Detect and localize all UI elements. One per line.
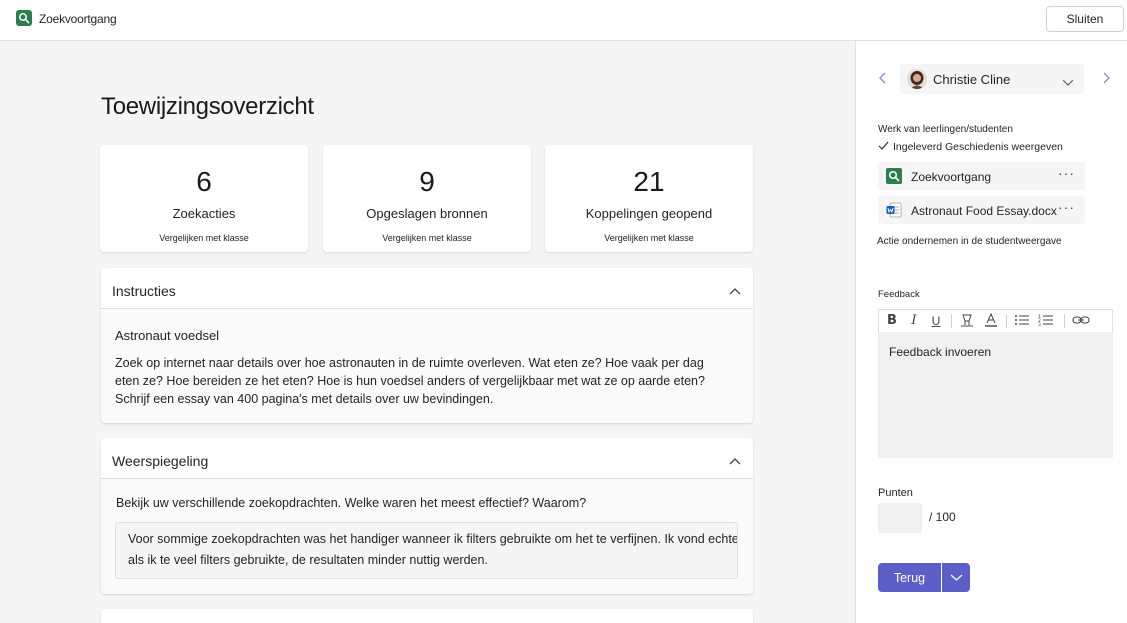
more-options-icon[interactable]: ···	[1058, 165, 1075, 181]
next-student-icon[interactable]	[1103, 71, 1111, 89]
stat-label: Zoekacties	[172, 206, 236, 221]
italic-icon[interactable]: I	[906, 313, 922, 329]
return-options-button[interactable]	[941, 563, 970, 592]
file-name: Zoekvoortgang	[911, 170, 992, 184]
search-app-icon	[16, 10, 32, 26]
instructions-heading: Astronaut voedsel	[115, 328, 220, 343]
file-item-essay[interactable]: Astronaut Food Essay.docx ···	[878, 196, 1085, 224]
student-name: Christie Cline	[933, 72, 1011, 87]
chevron-up-icon[interactable]	[729, 452, 741, 470]
chevron-up-icon[interactable]	[729, 282, 741, 300]
svg-text:3: 3	[1038, 322, 1041, 327]
main-content: Toewijzingsoverzicht 6 Zoekacties Vergel…	[0, 41, 855, 623]
page-title: Toewijzingsoverzicht	[101, 93, 314, 120]
toolbar-divider	[1006, 314, 1007, 328]
bold-icon[interactable]: B	[884, 313, 900, 329]
instructions-line: Zoek op internet naar details over hoe a…	[115, 356, 704, 370]
app-title: Zoekvoortgang	[39, 12, 117, 26]
return-button[interactable]: Terug	[878, 563, 941, 592]
reflection-panel: Weerspiegeling Bekijk uw verschillende z…	[101, 438, 753, 594]
instructions-header[interactable]: Instructies	[101, 268, 753, 309]
checkmark-icon	[878, 141, 889, 153]
word-doc-icon	[886, 202, 902, 218]
status-text: Ingeleverd	[893, 141, 943, 153]
feedback-toolbar: B I U 123	[878, 309, 1113, 332]
close-button[interactable]: Sluiten	[1046, 6, 1124, 32]
reflection-answer: Voor sommige zoekopdrachten was het hand…	[115, 522, 738, 579]
file-name: Astronaut Food Essay.docx	[911, 204, 1057, 218]
search-app-icon	[886, 168, 902, 184]
stat-value: 21	[633, 166, 665, 197]
stat-value: 9	[419, 166, 435, 197]
file-item-search-progress[interactable]: Zoekvoortgang ···	[878, 162, 1085, 190]
points-input[interactable]	[878, 503, 922, 533]
chevron-down-icon	[950, 574, 963, 581]
stat-value: 6	[196, 166, 212, 197]
instructions-line: Schrijf een essay van 400 pagina's met d…	[115, 392, 494, 406]
font-color-icon[interactable]	[983, 312, 999, 329]
compare-with-class-link[interactable]: Vergelijken met klasse	[545, 233, 753, 243]
feedback-input[interactable]: Feedback invoeren	[878, 332, 1113, 458]
bullet-list-icon[interactable]	[1014, 313, 1030, 329]
instructions-text: Zoek op internet naar details over hoe a…	[115, 354, 735, 408]
instructions-line: eten ze? Hoe bereiden ze het eten? Hoe i…	[115, 374, 705, 388]
feedback-label: Feedback	[878, 289, 920, 300]
grading-sidebar: Christie Cline Werk van leerlingen/stude…	[855, 41, 1127, 623]
reflection-answer-line: als ik te veel filters gebruikte, de res…	[128, 553, 488, 567]
submission-status: Ingeleverd Geschiedenis weergeven	[878, 141, 1063, 153]
top-bar: Zoekvoortgang Sluiten	[0, 0, 1127, 41]
reflection-header[interactable]: Weerspiegeling	[101, 438, 753, 479]
student-view-action-link[interactable]: Actie ondernemen in de studentweergave	[877, 236, 1062, 247]
points-label: Punten	[878, 487, 913, 499]
chevron-down-icon	[1062, 74, 1074, 92]
highlight-icon[interactable]	[959, 313, 975, 329]
compare-with-class-link[interactable]: Vergelijken met klasse	[100, 233, 308, 243]
student-work-label: Werk van leerlingen/studenten	[878, 124, 1013, 135]
link-icon[interactable]	[1072, 313, 1090, 329]
stat-card-links-opened: 21 Koppelingen geopend Vergelijken met k…	[545, 145, 753, 252]
student-avatar	[907, 69, 927, 89]
stat-label: Koppelingen geopend	[585, 206, 713, 221]
student-selector[interactable]: Christie Cline	[900, 64, 1084, 94]
compare-with-class-link[interactable]: Vergelijken met klasse	[323, 233, 531, 243]
stat-card-searches: 6 Zoekacties Vergelijken met klasse	[100, 145, 308, 252]
toolbar-divider	[951, 314, 952, 328]
reflection-answer-line: Voor sommige zoekopdrachten was het hand…	[128, 532, 738, 546]
instructions-panel: Instructies Astronaut voedsel Zoek op in…	[101, 268, 753, 423]
underline-icon[interactable]: U	[928, 313, 944, 329]
toolbar-divider	[1064, 314, 1065, 328]
previous-student-icon[interactable]	[878, 71, 886, 89]
panel-title: Weerspiegeling	[112, 453, 209, 469]
stat-card-saved-sources: 9 Opgeslagen bronnen Vergelijken met kla…	[323, 145, 531, 252]
next-panel	[101, 609, 753, 623]
more-options-icon[interactable]: ···	[1058, 199, 1075, 215]
points-max: / 100	[929, 510, 956, 524]
stat-label: Opgeslagen bronnen	[366, 206, 488, 221]
numbered-list-icon[interactable]: 123	[1038, 313, 1054, 329]
history-link[interactable]: Geschiedenis weergeven	[945, 141, 1063, 153]
reflection-question: Bekijk uw verschillende zoekopdrachten. …	[116, 496, 587, 510]
panel-title: Instructies	[112, 283, 176, 299]
